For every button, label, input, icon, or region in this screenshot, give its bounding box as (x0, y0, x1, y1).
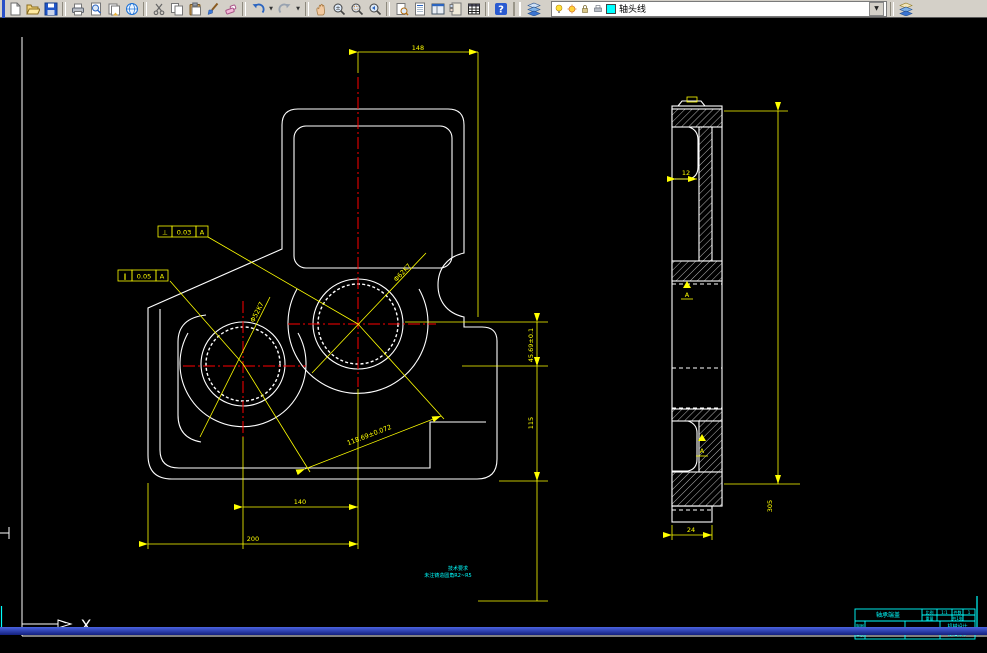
svg-text:1:1: 1:1 (941, 610, 948, 615)
sheet-set-manager-icon[interactable] (465, 1, 482, 17)
layer-plot-icon[interactable] (593, 4, 603, 14)
top-toolbar: ▼ ▼ ± ? 轴头线 ▼ (0, 0, 987, 18)
svg-text:A: A (160, 273, 165, 281)
feature-control-frame-2: ∥ 0.05 A (117, 269, 169, 282)
toolbar-grip[interactable] (513, 1, 521, 16)
svg-text:±: ± (335, 5, 340, 12)
dim-side-tab: 24 (687, 526, 695, 534)
svg-text:∥: ∥ (123, 273, 126, 281)
layer-lock-icon[interactable] (580, 4, 590, 14)
redo-dropdown-icon[interactable]: ▼ (294, 1, 302, 17)
svg-text:1: 1 (968, 610, 971, 615)
zoom-previous-icon[interactable] (366, 1, 383, 17)
save-icon[interactable] (42, 1, 59, 17)
web-publish-icon[interactable] (123, 1, 140, 17)
properties-icon[interactable] (411, 1, 428, 17)
toolbar-separator (890, 1, 894, 16)
toolbar-separator (305, 1, 309, 16)
svg-text:⊥: ⊥ (162, 229, 168, 237)
feature-control-frame-1: ⊥ 0.03 A (157, 225, 209, 238)
label-bore-left: Φ52K7 (249, 301, 266, 324)
model-space-canvas[interactable]: X 148 45.69±0.1 115 140 200 118.69±0.072… (0, 18, 987, 640)
cad-application-window: { "toolbar": { "layer_value": "轴头线", "co… (0, 0, 987, 640)
dim-center-distance: 140 (294, 498, 306, 506)
tool-palettes-icon[interactable] (447, 1, 464, 17)
datum-label-1: A (685, 291, 690, 299)
datum-label-2: A (700, 447, 705, 455)
undo-icon[interactable] (249, 1, 266, 17)
centerlines (183, 77, 436, 437)
layer-bulb-icon[interactable] (554, 4, 564, 14)
dim-center-to-base: 115 (527, 417, 535, 429)
inner-top-cavity (293, 125, 453, 269)
plot-icon[interactable] (69, 1, 86, 17)
dim-top-width: 148 (412, 44, 424, 52)
layer-name-label: 轴头线 (619, 5, 647, 15)
side-view-geometry (671, 100, 723, 523)
dim-center-offset: 45.69±0.1 (527, 328, 535, 362)
undo-dropdown-icon[interactable]: ▼ (267, 1, 275, 17)
svg-text:0.05: 0.05 (137, 273, 151, 281)
drawing: X 148 45.69±0.1 115 140 200 118.69±0.072… (0, 37, 987, 640)
new-icon[interactable] (6, 1, 23, 17)
zoom-realtime-icon[interactable]: ± (330, 1, 347, 17)
zoom-window-icon[interactable] (348, 1, 365, 17)
erase-icon[interactable] (222, 1, 239, 17)
match-properties-icon[interactable] (204, 1, 221, 17)
note-line1: 技术要求 (448, 565, 468, 572)
copy-icon[interactable] (168, 1, 185, 17)
paste-icon[interactable] (186, 1, 203, 17)
label-bore-right: Φ62K7 (392, 262, 413, 283)
front-view-dimensions (139, 49, 548, 602)
bottom-tab (671, 505, 713, 523)
publish-icon[interactable] (105, 1, 122, 17)
dim-side-height: 305 (766, 500, 774, 512)
outer-contour (147, 108, 498, 480)
svg-text:共1张: 共1张 (952, 615, 963, 621)
layers-icon[interactable] (525, 1, 542, 17)
help-icon[interactable]: ? (492, 1, 509, 17)
toolbar-separator (386, 1, 390, 16)
svg-text:比例: 比例 (926, 609, 934, 615)
dim-side-depth: 12 (682, 169, 690, 177)
svg-text:0.03: 0.03 (177, 229, 191, 237)
bottom-status-strip (0, 627, 987, 635)
layer-combo[interactable]: 轴头线 ▼ (551, 0, 887, 17)
technical-notes: 技术要求 未注铸造圆角R2~R5 (424, 565, 472, 579)
svg-text:件数: 件数 (954, 609, 962, 615)
lower-cavity (672, 420, 698, 472)
toolbar-separator (62, 1, 66, 16)
toolbar-separator (485, 1, 489, 16)
toolbar-separator (242, 1, 246, 16)
plot-preview-icon[interactable] (87, 1, 104, 17)
design-center-icon[interactable] (429, 1, 446, 17)
title-part-name: 轴承端盖 (876, 611, 900, 619)
open-icon[interactable] (24, 1, 41, 17)
pan-icon[interactable] (312, 1, 329, 17)
cut-icon[interactable] (150, 1, 167, 17)
redo-icon[interactable] (276, 1, 293, 17)
layer-color-swatch[interactable] (606, 3, 616, 14)
svg-text:重量: 重量 (926, 615, 934, 621)
toolbar-separator (143, 1, 147, 16)
layer-freeze-icon[interactable] (567, 4, 577, 14)
note-line2: 未注铸造圆角R2~R5 (424, 572, 472, 579)
svg-text:?: ? (498, 4, 504, 15)
front-view-geometry (147, 108, 498, 480)
window-border (2, 0, 5, 18)
dim-overall-width: 200 (247, 535, 259, 543)
layer-states-icon[interactable] (897, 1, 914, 17)
find-icon[interactable] (393, 1, 410, 17)
layer-combo-arrow-icon[interactable]: ▼ (869, 1, 884, 16)
svg-text:A: A (200, 229, 205, 237)
